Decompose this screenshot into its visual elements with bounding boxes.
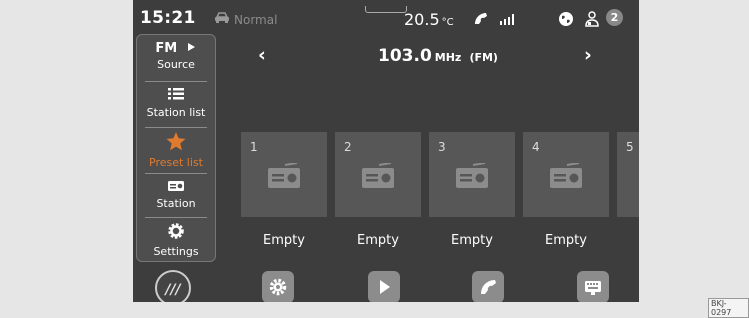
menu-item-label: Source — [157, 58, 195, 71]
screen-bottom-edge — [133, 302, 639, 310]
preset-label: Empty — [545, 233, 587, 248]
phone-button[interactable] — [472, 271, 504, 303]
preset-tile-2[interactable]: 2 — [335, 132, 421, 217]
smartlink-button[interactable] — [577, 271, 609, 303]
play-icon — [380, 280, 390, 294]
pull-down-handle[interactable] — [365, 6, 407, 13]
phone-icon[interactable] — [473, 11, 489, 27]
fm-source-icon — [187, 43, 195, 51]
preset-label: Empty — [263, 233, 305, 248]
phone-icon — [481, 280, 496, 294]
clock: 15:21 — [140, 8, 196, 28]
radio-icon — [550, 163, 582, 188]
home-button[interactable]: /// — [155, 270, 191, 306]
frequency-unit: MHz — [434, 51, 462, 64]
menu-item-settings[interactable]: Settings — [142, 222, 210, 258]
radio-icon — [362, 163, 394, 188]
preset-label: Empty — [451, 233, 493, 248]
gear-icon — [168, 223, 184, 239]
figure-code: BKJ-0297 — [708, 298, 749, 318]
signal-strength-icon — [500, 14, 514, 25]
preset-tile-5[interactable]: 5 — [617, 132, 639, 217]
list-icon — [168, 88, 184, 100]
divider — [145, 81, 207, 82]
band-label: FM — [155, 41, 178, 56]
preset-number: 2 — [344, 140, 352, 154]
menu-item-source[interactable]: FM Source — [142, 41, 210, 71]
frequency-display: 103.0 MHz (FM) — [378, 46, 498, 66]
infotainment-screen: 15:21 Normal 20.5 °C 2 FM Source Station… — [133, 0, 639, 310]
radio-icon — [456, 163, 488, 188]
menu-item-label: Settings — [153, 245, 199, 258]
car-icon — [215, 12, 229, 23]
divider — [145, 173, 207, 174]
preset-number: 4 — [532, 140, 540, 154]
preset-tile-1[interactable]: 1 — [241, 132, 327, 217]
radio-icon — [268, 163, 300, 188]
menu-item-station[interactable]: Station — [142, 178, 210, 210]
media-button[interactable] — [368, 271, 400, 303]
globe-icon[interactable] — [558, 11, 574, 27]
star-icon — [166, 132, 186, 151]
preset-tile-3[interactable]: 3 — [429, 132, 515, 217]
settings-icon — [269, 278, 287, 296]
next-station-button[interactable]: › — [584, 44, 592, 66]
divider — [145, 127, 207, 128]
side-menu: FM Source Station list Preset list Stati… — [136, 34, 216, 262]
frequency-value: 103.0 — [378, 46, 432, 66]
preset-number: 1 — [250, 140, 258, 154]
preset-label: Empty — [357, 233, 399, 248]
divider — [145, 217, 207, 218]
preset-number: 3 — [438, 140, 446, 154]
keyboard-icon — [585, 281, 601, 295]
menu-item-station-list[interactable]: Station list — [142, 87, 210, 119]
preset-tile-4[interactable]: 4 — [523, 132, 609, 217]
menu-item-label: Station — [156, 197, 196, 210]
frequency-band: (FM) — [469, 51, 498, 64]
settings-button[interactable] — [262, 271, 294, 303]
previous-station-button[interactable]: ‹ — [258, 44, 266, 66]
user-profile-icon[interactable] — [583, 10, 601, 28]
menu-item-label: Station list — [146, 106, 206, 119]
radio-icon — [168, 181, 184, 191]
notification-badge[interactable]: 2 — [606, 9, 623, 26]
menu-item-preset-list[interactable]: Preset list — [142, 132, 210, 169]
menu-item-label: Preset list — [149, 156, 203, 169]
drive-mode-label[interactable]: Normal — [234, 13, 277, 27]
temperature-readout: 20.5 °C — [404, 10, 454, 29]
preset-number: 5 — [626, 140, 634, 154]
